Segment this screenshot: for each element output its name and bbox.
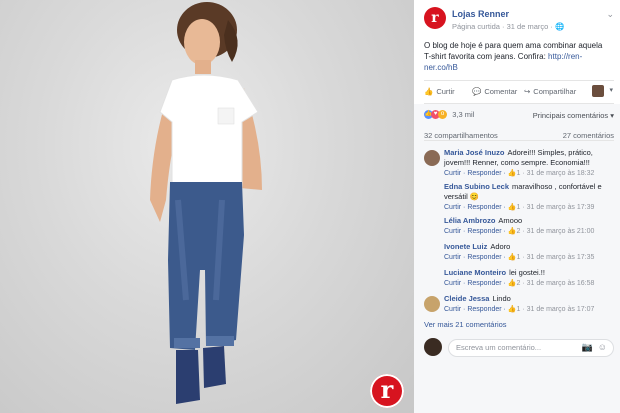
like-label: Curtir xyxy=(436,87,455,96)
engagement-counts: 32 compartilhamentos 27 comentários xyxy=(424,128,614,141)
comment-footer: Curtir · Responder · 👍1 · 31 de março às… xyxy=(444,253,614,263)
post-header: r Lojas Renner Página curtida · 31 de ma… xyxy=(424,7,614,33)
comment-date[interactable]: · 31 de março às 17:39 xyxy=(520,204,594,211)
comment-footer: Curtir · Responder · 👍2 · 31 de março às… xyxy=(444,279,614,289)
page-name-link[interactable]: Lojas Renner xyxy=(452,9,509,19)
comment-author[interactable]: Ivonete Luiz xyxy=(444,242,487,251)
comment-input[interactable]: Escreva um comentário... 📷 ☺ xyxy=(448,339,614,357)
comment-author[interactable]: Cleide Jessa xyxy=(444,294,489,303)
model-photo-illustration xyxy=(150,2,262,404)
action-bar: 👍 Curtir 💬 Comentar ↪ Compartilhar ▾ xyxy=(424,80,614,104)
comment-actions[interactable]: Curtir · Responder · xyxy=(444,228,508,235)
comment-actions[interactable]: Curtir · Responder · xyxy=(444,204,508,211)
acting-as-avatar[interactable] xyxy=(592,85,604,97)
comment-footer: Curtir · Responder · 👍1 · 31 de março às… xyxy=(444,203,614,213)
avatar[interactable] xyxy=(424,296,440,312)
comment-date[interactable]: · 31 de março às 21:00 xyxy=(520,228,594,235)
speech-bubble-icon: 💬 xyxy=(472,87,482,96)
comment-author[interactable]: Maria José Inuzo xyxy=(444,148,504,157)
chevron-down-icon[interactable]: ⌄ xyxy=(606,9,614,20)
renner-logo-badge: r xyxy=(370,374,404,408)
reactions-bar: 👍♥ o 3,3 mil Principais comentários ▾ xyxy=(424,110,614,122)
comment-date[interactable]: · 31 de março às 16:58 xyxy=(520,280,594,287)
wow-reaction-icon: o xyxy=(438,110,447,120)
comment-text: Lindo xyxy=(492,294,511,303)
comment-footer: Curtir · Responder · 👍1 · 31 de março às… xyxy=(444,305,614,315)
comment-text: Adoro xyxy=(490,242,511,251)
share-button[interactable]: ↪ Compartilhar xyxy=(524,87,576,96)
comment-author[interactable]: Lélia Ambrozo xyxy=(444,216,495,225)
comment-actions[interactable]: Curtir · Responder · xyxy=(444,170,508,177)
comment-button[interactable]: 💬 Comentar xyxy=(472,87,517,96)
avatar[interactable] xyxy=(424,150,440,166)
comment-actions[interactable]: Curtir · Responder · xyxy=(444,306,508,313)
thumbs-up-icon: 👍 xyxy=(507,228,517,235)
comment-author[interactable]: Luciane Monteiro xyxy=(444,268,506,277)
comment-actions[interactable]: Curtir · Responder · xyxy=(444,280,508,287)
thumbs-up-icon: 👍 xyxy=(507,204,517,211)
comment-date[interactable]: · 31 de março às 18:32 xyxy=(520,170,594,177)
comment-input-placeholder: Escreva um comentário... xyxy=(456,343,542,352)
comments-count[interactable]: 27 comentários xyxy=(563,131,614,140)
thumbs-up-icon: 👍 xyxy=(507,280,517,287)
comment-label: Comentar xyxy=(484,87,518,96)
like-button[interactable]: 👍 Curtir xyxy=(424,87,455,96)
comment-footer: Curtir · Responder · 👍2 · 31 de março às… xyxy=(444,227,614,237)
comment-text: lei gostei.!! xyxy=(509,268,545,277)
thumbs-up-icon: 👍 xyxy=(507,306,517,313)
thumbs-up-icon: 👍 xyxy=(507,170,517,177)
shares-count[interactable]: 32 compartilhamentos xyxy=(424,131,498,140)
reaction-count[interactable]: 3,3 mil xyxy=(452,110,474,119)
thumbs-up-icon: 👍 xyxy=(424,87,434,96)
write-comment-row: Escreva um comentário... 📷 ☺ xyxy=(424,338,614,358)
comment-footer: Curtir · Responder · 👍1 · 31 de março às… xyxy=(444,169,614,179)
chevron-down-icon[interactable]: ▾ xyxy=(609,86,613,94)
avatar[interactable] xyxy=(424,338,442,356)
post-photo[interactable] xyxy=(0,0,414,413)
camera-icon[interactable]: 📷 xyxy=(582,342,593,353)
emoji-icon[interactable]: ☺ xyxy=(598,342,607,352)
post-text: O blog de hoje é para quem ama combinar … xyxy=(424,40,610,73)
comment-date[interactable]: · 31 de março às 17:35 xyxy=(520,254,594,261)
comment-date[interactable]: · 31 de março às 17:07 xyxy=(520,306,594,313)
comment-sort-dropdown[interactable]: Principais comentários ▾ xyxy=(533,111,614,120)
comment-author[interactable]: Edna Subino Leck xyxy=(444,182,509,191)
page-avatar[interactable]: r xyxy=(424,7,446,29)
share-label: Compartilhar xyxy=(533,87,577,96)
share-arrow-icon: ↪ xyxy=(524,87,531,96)
thumbs-up-icon: 👍 xyxy=(507,254,517,261)
view-more-comments-link[interactable]: Ver mais 21 comentários xyxy=(424,320,507,329)
comment-text: Amooo xyxy=(498,216,523,225)
post-meta: Página curtida · 31 de março · 🌐 xyxy=(452,22,565,31)
comment-actions[interactable]: Curtir · Responder · xyxy=(444,254,508,261)
